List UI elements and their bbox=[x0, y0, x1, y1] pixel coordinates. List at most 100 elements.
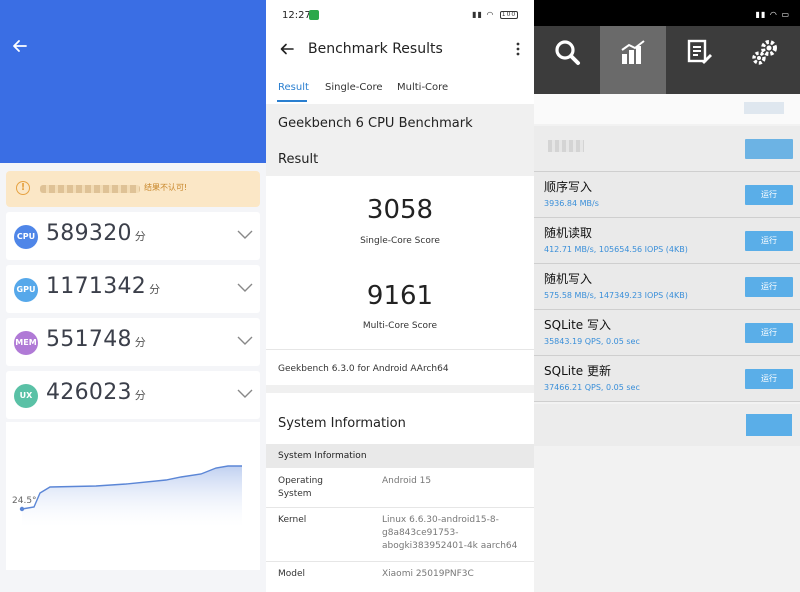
gpu-badge-icon: GPU bbox=[14, 278, 38, 302]
blurred-element bbox=[548, 140, 584, 152]
temperature-label: 24.5° bbox=[12, 496, 37, 506]
tool-results[interactable] bbox=[600, 26, 666, 94]
wifi-icon: ◠ bbox=[769, 10, 778, 19]
geekbench-panel: 12:27 ▮▮ ◠ 100 Benchmark Results Result … bbox=[266, 0, 534, 592]
document-edit-icon bbox=[687, 39, 712, 64]
score-card-ux[interactable]: UX 426023 分 bbox=[6, 371, 260, 419]
warning-icon: ! bbox=[16, 181, 30, 195]
antutu-header bbox=[0, 0, 266, 163]
info-key-kernel: Kernel bbox=[278, 515, 307, 525]
search-icon bbox=[555, 40, 580, 65]
signal-icon: ▮▮ bbox=[472, 10, 483, 19]
run-button[interactable]: 运行 bbox=[745, 277, 793, 297]
mem-score: 551748 分 bbox=[46, 327, 147, 352]
tool-search[interactable] bbox=[534, 26, 600, 94]
blurred-bench-row bbox=[534, 126, 800, 172]
ux-badge-icon: UX bbox=[14, 384, 38, 408]
status-icons: ▮▮ ◠ 100 bbox=[472, 10, 518, 19]
temperature-chart: 24.5° bbox=[6, 422, 260, 570]
multi-core-score: 9161 bbox=[366, 281, 434, 311]
info-value-kernel: Linux 6.6.30-android15-8-g8a843ce91753-a… bbox=[382, 515, 518, 551]
bench-row-sqlite-update: SQLite 更新 37466.21 QPS, 0.05 sec 运行 bbox=[534, 356, 800, 402]
run-button[interactable]: 运行 bbox=[745, 185, 793, 205]
antutu-panel: ! 结果不认可! CPU 589320 分 GPU 1171342 分 MEM 55… bbox=[0, 0, 266, 592]
info-value-os: Android 15 bbox=[382, 476, 432, 486]
score-card-gpu[interactable]: GPU 1171342 分 bbox=[6, 265, 260, 313]
cpu-score: 589320 分 bbox=[46, 221, 147, 246]
back-arrow-icon[interactable] bbox=[10, 36, 30, 56]
bench-result: 37466.21 QPS, 0.05 sec bbox=[544, 383, 640, 392]
bench-row-rand-write: 随机写入 575.58 MB/s, 147349.23 IOPS (4KB) 运… bbox=[534, 264, 800, 310]
blurred-element bbox=[744, 102, 784, 114]
status-bar: 12:27 ▮▮ ◠ 100 bbox=[266, 0, 534, 28]
run-button[interactable]: 运行 bbox=[745, 231, 793, 251]
battery-icon: 100 bbox=[500, 10, 518, 19]
bench-result: 412.71 MB/s, 105654.56 IOPS (4KB) bbox=[544, 245, 688, 254]
wifi-icon: ◠ bbox=[486, 10, 495, 19]
tool-settings[interactable] bbox=[732, 26, 798, 94]
benchmark-title: Geekbench 6 CPU Benchmark bbox=[278, 116, 473, 131]
ux-score: 426023 分 bbox=[46, 380, 147, 405]
score-card-cpu[interactable]: CPU 589320 分 bbox=[6, 212, 260, 260]
bench-result: 575.58 MB/s, 147349.23 IOPS (4KB) bbox=[544, 291, 688, 300]
single-core-score: 3058 bbox=[366, 195, 434, 225]
result-heading: Result bbox=[278, 152, 319, 167]
score-card-mem[interactable]: MEM 551748 分 bbox=[6, 318, 260, 366]
app-bar: Benchmark Results bbox=[266, 28, 534, 72]
gears-icon bbox=[752, 40, 777, 65]
warning-text: 结果不认可! bbox=[144, 183, 188, 192]
active-tab-indicator bbox=[277, 100, 307, 102]
cpu-badge-icon: CPU bbox=[14, 225, 38, 249]
divider bbox=[266, 349, 534, 350]
bench-result: 35843.19 QPS, 0.05 sec bbox=[544, 337, 640, 346]
bench-name: 随机写入 bbox=[544, 272, 593, 286]
more-vert-icon[interactable] bbox=[516, 42, 520, 56]
bench-row-rand-read: 随机读取 412.71 MB/s, 105654.56 IOPS (4KB) 运… bbox=[534, 218, 800, 264]
bench-row-sqlite-write: SQLite 写入 35843.19 QPS, 0.05 sec 运行 bbox=[534, 310, 800, 356]
tab-multi-core[interactable]: Multi-Core bbox=[397, 82, 448, 93]
blurred-run-button[interactable] bbox=[745, 139, 793, 159]
bench-name: 顺序写入 bbox=[544, 180, 593, 194]
signal-icon: ▮▮ bbox=[755, 10, 767, 19]
androbench-panel: ▮▮ ◠ ▭ 顺序写入 3936.84 MB/s 运行 随机读取 412.71 … bbox=[534, 0, 800, 592]
temperature-chart-svg bbox=[19, 465, 242, 527]
info-value-model: Xiaomi 25019PNF3C bbox=[382, 569, 474, 579]
battery-icon: ▭ bbox=[781, 10, 790, 19]
tab-result[interactable]: Result bbox=[278, 82, 309, 93]
page-title: Benchmark Results bbox=[308, 41, 443, 57]
bench-name: 随机读取 bbox=[544, 226, 593, 240]
chevron-down-icon[interactable] bbox=[236, 387, 254, 399]
blurred-button[interactable] bbox=[746, 414, 792, 436]
section-gap bbox=[266, 385, 534, 393]
divider bbox=[266, 507, 534, 508]
bench-name: SQLite 更新 bbox=[544, 364, 611, 378]
system-info-header: System Information bbox=[266, 444, 534, 468]
blurred-warning-text bbox=[40, 185, 140, 193]
back-arrow-icon[interactable] bbox=[278, 40, 296, 58]
system-info-header-label: System Information bbox=[278, 451, 367, 461]
mem-badge-icon: MEM bbox=[14, 331, 38, 355]
chevron-down-icon[interactable] bbox=[236, 228, 254, 240]
blurred-row bbox=[534, 94, 800, 124]
bar-chart-icon bbox=[621, 40, 645, 64]
tab-single-core[interactable]: Single-Core bbox=[325, 82, 383, 93]
app-notification-icon bbox=[309, 10, 319, 20]
blurred-footer bbox=[534, 404, 800, 446]
info-key-os: Operating System bbox=[278, 476, 323, 499]
info-key-model: Model bbox=[278, 569, 306, 579]
chevron-down-icon[interactable] bbox=[236, 281, 254, 293]
gpu-score: 1171342 分 bbox=[46, 274, 161, 299]
run-button[interactable]: 运行 bbox=[745, 323, 793, 343]
bench-row-seq-write: 顺序写入 3936.84 MB/s 运行 bbox=[534, 172, 800, 218]
single-core-caption: Single-Core Score bbox=[360, 236, 440, 246]
bench-name: SQLite 写入 bbox=[544, 318, 611, 332]
bench-result: 3936.84 MB/s bbox=[544, 199, 599, 208]
temperature-area bbox=[22, 466, 242, 527]
toolbar bbox=[534, 26, 800, 94]
temperature-start-point bbox=[19, 506, 25, 512]
chevron-down-icon[interactable] bbox=[236, 334, 254, 346]
geekbench-version: Geekbench 6.3.0 for Android AArch64 bbox=[278, 364, 449, 374]
tool-history[interactable] bbox=[666, 26, 732, 94]
warning-banner: ! 结果不认可! bbox=[6, 171, 260, 207]
run-button[interactable]: 运行 bbox=[745, 369, 793, 389]
